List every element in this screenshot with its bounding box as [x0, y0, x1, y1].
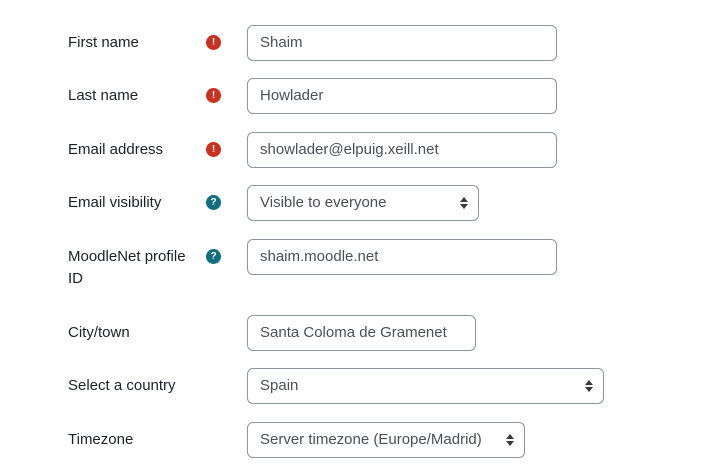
profile-form: First name ! Shaim Last name ! Howlader …	[0, 0, 727, 466]
help-icon[interactable]: ?	[206, 249, 221, 264]
last-name-label: Last name	[68, 87, 139, 104]
moodlenet-profile-id-label: MoodleNet profile ID	[68, 248, 186, 287]
email-input[interactable]: showlader@elpuig.xeill.net	[247, 132, 557, 168]
country-select[interactable]: Spain	[247, 368, 604, 404]
email-visibility-select[interactable]: Visible to everyone	[247, 185, 479, 221]
moodlenet-profile-id-input[interactable]: shaim.moodle.net	[247, 239, 557, 275]
first-name-label: First name	[68, 34, 139, 51]
email-address-label: Email address	[68, 141, 164, 158]
timezone-select[interactable]: Server timezone (Europe/Madrid)	[247, 422, 525, 458]
email-visibility-selected: Visible to everyone	[260, 194, 387, 211]
required-icon[interactable]: !	[206, 142, 221, 157]
select-arrows-icon	[506, 434, 514, 446]
timezone-selected: Server timezone (Europe/Madrid)	[260, 431, 482, 448]
email-visibility-label: Email visibility	[68, 194, 162, 211]
last-name-input[interactable]: Howlader	[247, 78, 557, 114]
select-arrows-icon	[460, 197, 468, 209]
city-town-input[interactable]: Santa Coloma de Gramenet	[247, 315, 476, 351]
select-arrows-icon	[585, 380, 593, 392]
first-name-input[interactable]: Shaim	[247, 25, 557, 61]
country-label: Select a country	[68, 377, 176, 394]
help-icon[interactable]: ?	[206, 195, 221, 210]
country-selected: Spain	[260, 377, 299, 394]
required-icon[interactable]: !	[206, 35, 221, 50]
required-icon[interactable]: !	[206, 88, 221, 103]
city-town-label: City/town	[68, 324, 130, 341]
timezone-label: Timezone	[68, 431, 134, 448]
